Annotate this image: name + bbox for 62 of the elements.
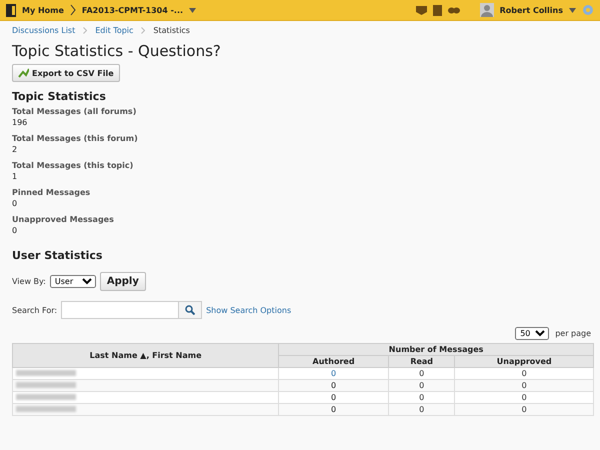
- stat-value: 2: [12, 145, 18, 154]
- home-link[interactable]: My Home: [22, 6, 64, 14]
- table-cell: 0: [388, 392, 455, 404]
- breadcrumb-current: Statistics: [153, 26, 190, 35]
- stat-label: Total Messages (this topic): [12, 161, 134, 170]
- section-heading: Topic Statistics: [12, 90, 107, 103]
- view-by-label: View By:: [12, 277, 46, 286]
- search-button[interactable]: [178, 301, 202, 319]
- search-icon: [185, 305, 196, 315]
- page-title: Topic Statistics - Questions?: [12, 42, 222, 60]
- table-cell: 0: [278, 404, 388, 416]
- course-selector[interactable]: FA2013-CPMT-1304 -...: [82, 6, 184, 14]
- blurred-name: [16, 370, 76, 376]
- caret-icon[interactable]: [569, 8, 576, 12]
- stat-value: 196: [12, 118, 28, 127]
- chevron-icon: [83, 27, 88, 34]
- logo-icon[interactable]: [6, 4, 16, 16]
- table-cell: 0: [454, 368, 594, 380]
- per-page-label: per page: [555, 329, 591, 338]
- search-label: Search For:: [12, 306, 58, 314]
- user-menu[interactable]: Robert Collins: [500, 6, 563, 14]
- section-heading: User Statistics: [12, 249, 104, 262]
- breadcrumb-link[interactable]: Discussions List: [12, 26, 76, 35]
- chat-icon[interactable]: [448, 6, 460, 14]
- view-by-dropdown[interactable]: User: [50, 275, 96, 288]
- stat-label: Total Messages (this forum): [12, 134, 139, 143]
- stat-value: 0: [12, 226, 18, 235]
- blurred-name: [16, 406, 76, 412]
- table-cell: 0: [388, 380, 455, 392]
- export-button[interactable]: Export to CSV File: [12, 64, 120, 82]
- page-size-dropdown[interactable]: 50: [515, 327, 550, 340]
- chevron-icon: [70, 4, 76, 16]
- export-icon: [18, 68, 29, 78]
- column-header: Authored: [278, 356, 388, 368]
- table-cell: 0: [454, 380, 594, 392]
- stat-label: Unapproved Messages: [12, 215, 115, 224]
- table-cell: 0: [388, 404, 455, 416]
- stat-value: 1: [12, 172, 18, 181]
- breadcrumb-link[interactable]: Edit Topic: [95, 26, 134, 35]
- table-cell: 0: [278, 380, 388, 392]
- blurred-name: [16, 394, 76, 400]
- column-header[interactable]: Last Name ▲, First Name: [12, 344, 279, 368]
- blurred-name: [16, 382, 76, 388]
- message-icon[interactable]: [416, 6, 427, 14]
- column-header: Read: [388, 356, 455, 368]
- caret-icon[interactable]: [189, 8, 196, 12]
- table-cell: 0: [454, 392, 594, 404]
- table-cell[interactable]: 0: [278, 368, 388, 380]
- stat-value: 0: [12, 199, 18, 208]
- apply-button[interactable]: Apply: [100, 272, 146, 291]
- search-options-link[interactable]: Show Search Options: [206, 306, 292, 314]
- table-cell: 0: [278, 392, 388, 404]
- notebook-icon[interactable]: [432, 4, 442, 16]
- avatar: [480, 3, 494, 17]
- stat-label: Pinned Messages: [12, 188, 92, 197]
- search-field[interactable]: [61, 301, 180, 319]
- table-cell: 0: [454, 404, 594, 416]
- chevron-icon: [141, 27, 146, 34]
- column-group-header: Number of Messages: [278, 344, 594, 356]
- column-header: Unapproved: [454, 356, 594, 368]
- table-cell: 0: [388, 368, 455, 380]
- stat-label: Total Messages (all forums): [12, 107, 138, 116]
